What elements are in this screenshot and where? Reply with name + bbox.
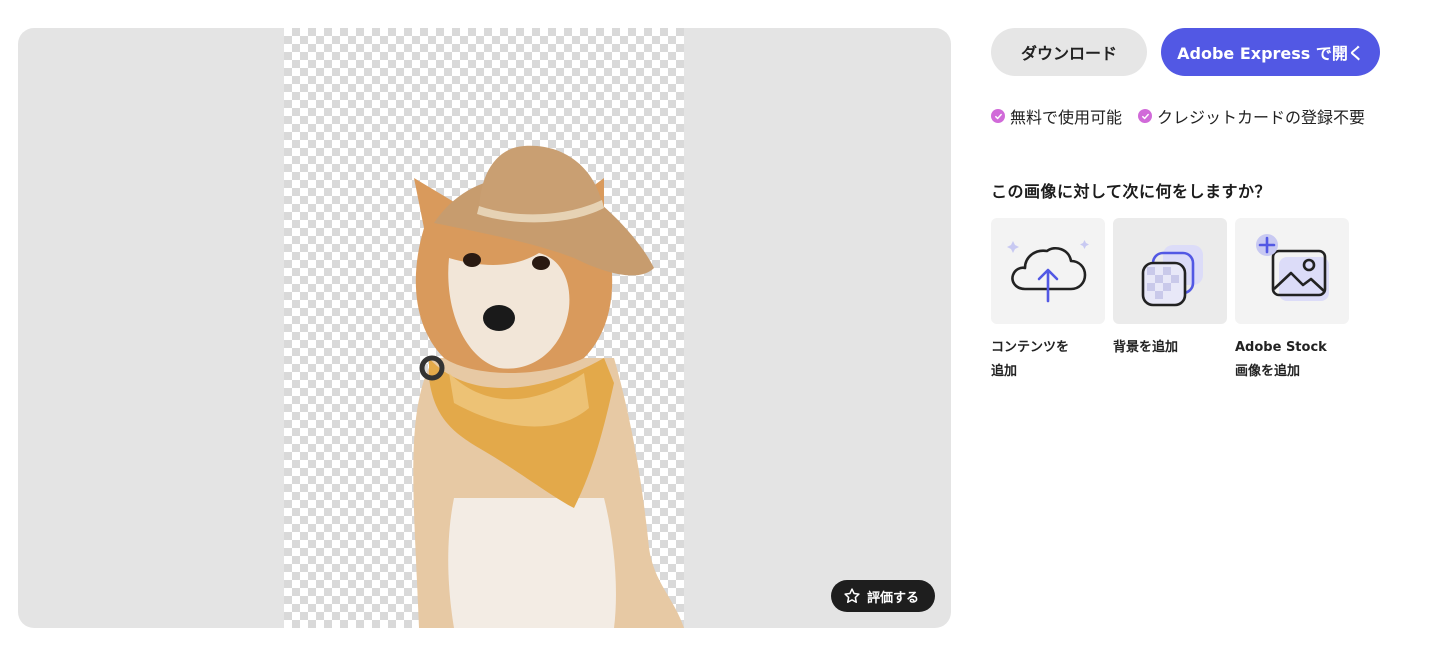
check-icon	[991, 109, 1005, 123]
perk-list: 無料で使用可能 クレジットカードの登録不要	[991, 104, 1431, 128]
next-steps-actions: コンテンツを 追加 背景を追加 Adobe Stock 画像を追加	[991, 218, 1431, 384]
add-background-icon	[1141, 245, 1203, 307]
add-content-label: コンテンツを 追加	[991, 340, 1070, 379]
perk-item: 無料で使用可能	[991, 104, 1122, 128]
perk-label: 無料で使用可能	[1010, 108, 1123, 127]
add-content-tile[interactable]	[991, 218, 1105, 324]
rate-button-label: 評価する	[866, 590, 919, 606]
next-steps-heading: この画像に対して次に何をしますか？	[991, 182, 1272, 201]
dog-cutout-image	[413, 145, 684, 628]
add-background-label: 背景を追加	[1113, 340, 1179, 355]
transparency-canvas	[284, 28, 684, 628]
perk-item: クレジットカードの登録不要	[1138, 104, 1365, 128]
check-icon	[1138, 109, 1153, 123]
add-background-action[interactable]: 背景を追加	[1113, 218, 1227, 384]
action-buttons: ダウンロード Adobe Express で開く	[991, 28, 1431, 76]
side-panel: ダウンロード Adobe Express で開く 無料で使用可能 クレジットカー…	[991, 28, 1431, 384]
perk-label: クレジットカードの登録不要	[1157, 108, 1366, 127]
image-preview: 評価する	[18, 28, 951, 628]
add-stock-image-icon	[1256, 234, 1329, 301]
add-content-action[interactable]: コンテンツを 追加	[991, 218, 1105, 384]
star-icon	[844, 588, 860, 603]
cloud-upload-icon	[1007, 240, 1089, 303]
rate-button[interactable]: 評価する	[830, 580, 935, 612]
add-background-tile[interactable]	[1113, 218, 1227, 324]
add-stock-image-label: Adobe Stock 画像を追加	[1235, 340, 1327, 379]
open-in-express-button[interactable]: Adobe Express で開く	[1161, 28, 1380, 76]
download-button[interactable]: ダウンロード	[991, 28, 1147, 76]
add-stock-image-action[interactable]: Adobe Stock 画像を追加	[1235, 218, 1349, 384]
add-stock-image-tile[interactable]	[1235, 218, 1349, 324]
